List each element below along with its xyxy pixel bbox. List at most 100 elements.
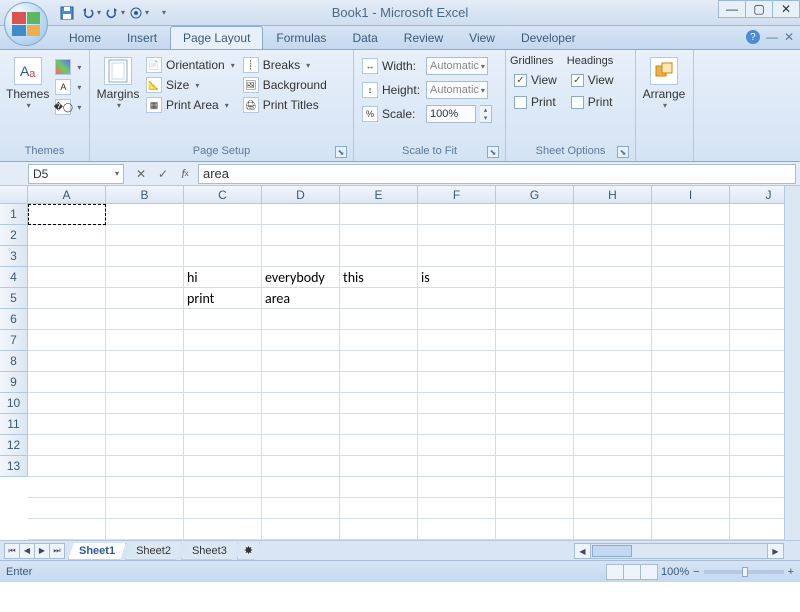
themes-button[interactable]: Aa Themes ▾ — [4, 53, 51, 114]
breaks-button[interactable]: ┊Breaks▾ — [239, 55, 331, 75]
cell[interactable] — [574, 414, 652, 435]
cell[interactable] — [574, 477, 652, 498]
cell[interactable] — [574, 435, 652, 456]
tab-view[interactable]: View — [456, 26, 508, 49]
cell[interactable] — [106, 477, 184, 498]
qat-customize[interactable]: ▾ — [152, 3, 174, 23]
cell[interactable] — [106, 519, 184, 540]
cell[interactable] — [106, 435, 184, 456]
insert-sheet-button[interactable]: ✸ — [237, 542, 260, 560]
cell[interactable] — [652, 288, 730, 309]
cell[interactable] — [106, 351, 184, 372]
width-combo[interactable]: Automatic▾ — [426, 57, 488, 75]
cell[interactable] — [184, 498, 262, 519]
col-header[interactable]: A — [28, 186, 106, 203]
cell[interactable] — [184, 246, 262, 267]
cell[interactable] — [340, 246, 418, 267]
cell[interactable] — [496, 225, 574, 246]
cell[interactable] — [418, 204, 496, 225]
cell[interactable] — [496, 414, 574, 435]
cell[interactable] — [652, 414, 730, 435]
cell[interactable] — [574, 204, 652, 225]
cell[interactable] — [28, 288, 106, 309]
cell[interactable] — [496, 309, 574, 330]
sheet-options-dialog-launcher[interactable]: ⬊ — [617, 146, 629, 158]
cell[interactable] — [262, 519, 340, 540]
select-all-corner[interactable] — [0, 186, 28, 203]
cell[interactable] — [574, 267, 652, 288]
gridlines-view-check[interactable]: ✓View — [510, 71, 561, 89]
cell[interactable] — [28, 393, 106, 414]
cell[interactable] — [496, 267, 574, 288]
vertical-scrollbar[interactable] — [784, 186, 800, 540]
cell[interactable] — [496, 351, 574, 372]
zoom-slider-thumb[interactable] — [742, 567, 748, 577]
cell[interactable] — [106, 393, 184, 414]
cell[interactable] — [574, 456, 652, 477]
cell[interactable] — [106, 246, 184, 267]
cell[interactable] — [340, 330, 418, 351]
cell[interactable] — [262, 309, 340, 330]
cell[interactable] — [418, 498, 496, 519]
cell[interactable] — [652, 456, 730, 477]
cell[interactable] — [340, 288, 418, 309]
row-header[interactable]: 7 — [0, 330, 27, 351]
horizontal-scrollbar[interactable]: ◀ ▶ — [574, 543, 784, 559]
cell[interactable] — [418, 309, 496, 330]
cell[interactable] — [262, 435, 340, 456]
headings-print-check[interactable]: Print — [567, 93, 618, 111]
row-header[interactable]: 11 — [0, 414, 27, 435]
cell[interactable] — [184, 477, 262, 498]
col-header[interactable]: C — [184, 186, 262, 203]
cell[interactable] — [340, 519, 418, 540]
quick-print-button[interactable]: ▾ — [128, 3, 150, 23]
tab-page-layout[interactable]: Page Layout — [170, 26, 263, 49]
arrange-button[interactable]: Arrange ▾ — [640, 53, 688, 114]
cell[interactable] — [496, 477, 574, 498]
cell[interactable] — [106, 456, 184, 477]
cell[interactable] — [184, 435, 262, 456]
cell[interactable] — [184, 225, 262, 246]
margins-button[interactable]: Margins ▾ — [94, 53, 142, 114]
tab-insert[interactable]: Insert — [114, 26, 170, 49]
close-button[interactable]: ✕ — [772, 0, 800, 18]
ribbon-close[interactable]: ✕ — [784, 30, 794, 44]
scale-spinner[interactable]: 100% — [426, 105, 476, 123]
cell[interactable] — [340, 309, 418, 330]
cell[interactable] — [652, 477, 730, 498]
zoom-out-button[interactable]: − — [693, 566, 699, 578]
theme-fonts-button[interactable]: A▾ — [51, 77, 85, 97]
cell[interactable] — [184, 330, 262, 351]
enter-formula-button[interactable]: ✓ — [152, 164, 174, 184]
cell[interactable] — [262, 246, 340, 267]
cancel-formula-button[interactable]: ✕ — [130, 164, 152, 184]
insert-function-button[interactable]: fx — [174, 164, 196, 184]
scroll-thumb[interactable] — [592, 545, 632, 557]
cell[interactable] — [262, 351, 340, 372]
cell[interactable] — [262, 498, 340, 519]
row-header[interactable]: 2 — [0, 225, 27, 246]
cell[interactable] — [262, 225, 340, 246]
cell[interactable] — [184, 519, 262, 540]
cell[interactable] — [418, 330, 496, 351]
row-header[interactable]: 10 — [0, 393, 27, 414]
cell[interactable] — [574, 498, 652, 519]
theme-colors-button[interactable]: ▾ — [51, 57, 85, 77]
sheet-prev-button[interactable]: ◀ — [19, 543, 35, 559]
cell[interactable]: is — [418, 267, 496, 288]
cell[interactable] — [496, 330, 574, 351]
cell[interactable] — [28, 204, 106, 225]
cell[interactable] — [418, 225, 496, 246]
cell[interactable] — [28, 225, 106, 246]
row-header[interactable]: 8 — [0, 351, 27, 372]
cell[interactable] — [418, 246, 496, 267]
cell[interactable] — [574, 351, 652, 372]
row-header[interactable]: 9 — [0, 372, 27, 393]
tab-developer[interactable]: Developer — [508, 26, 589, 49]
tab-review[interactable]: Review — [391, 26, 456, 49]
cell[interactable] — [496, 456, 574, 477]
cell[interactable] — [418, 456, 496, 477]
cell[interactable] — [496, 435, 574, 456]
zoom-level[interactable]: 100% — [661, 566, 689, 578]
cell[interactable] — [184, 393, 262, 414]
